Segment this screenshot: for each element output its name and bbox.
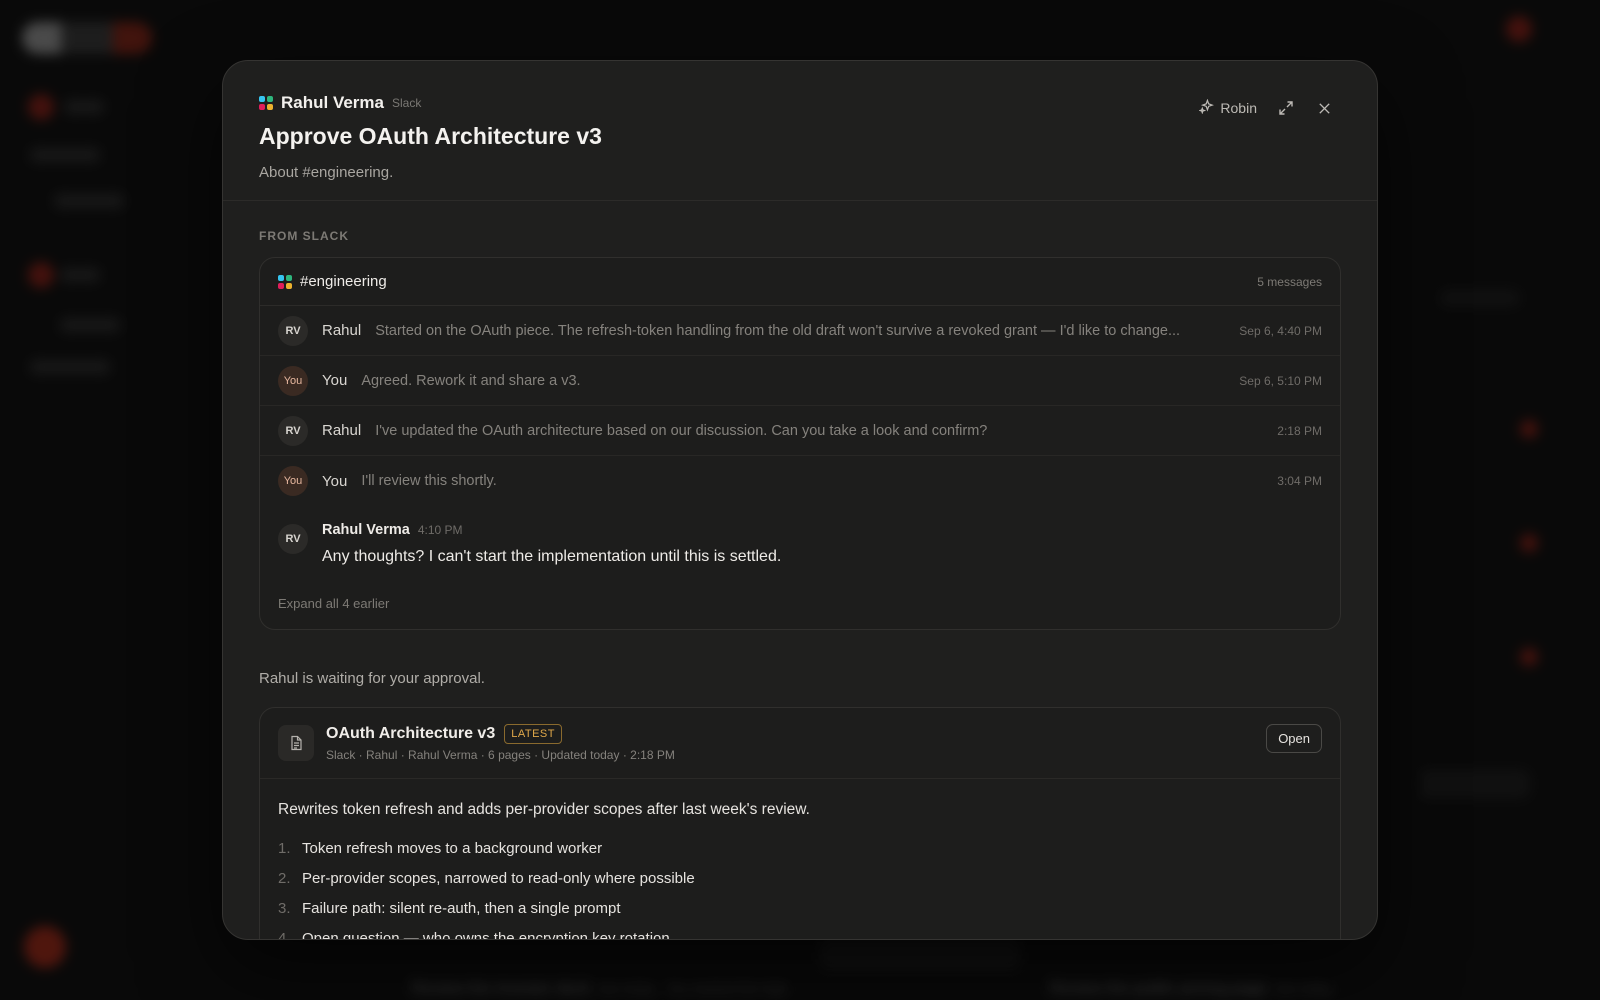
avatar: RV: [278, 315, 308, 346]
message-text: I'll review this shortly.: [361, 473, 497, 489]
document-card: OAuth Architecture v3 LATEST Slack · Rah…: [259, 707, 1341, 940]
message-author: Rahul: [322, 422, 362, 439]
document-icon: [278, 725, 314, 761]
avatar: You: [278, 466, 308, 496]
message-time: 3:04 PM: [1277, 474, 1322, 488]
message-author: Rahul Verma: [322, 522, 410, 538]
modal-body: FROM SLACK #engineering 5 messages RV Ra…: [223, 201, 1377, 940]
list-text: Open question — who owns the encryption …: [302, 929, 670, 940]
list-text: Token refresh moves to a background work…: [302, 839, 603, 857]
list-number: 2.: [278, 869, 291, 887]
thread-message[interactable]: You You Agreed. Rework it and share a v3…: [260, 356, 1340, 406]
document-title[interactable]: OAuth Architecture v3: [326, 725, 495, 743]
open-button[interactable]: Open: [1266, 724, 1322, 753]
thread-message[interactable]: You You I'll review this shortly. 3:04 P…: [260, 456, 1340, 506]
list-text: Failure path: silent re-auth, then a sin…: [302, 899, 621, 917]
expand-icon[interactable]: [1277, 99, 1295, 117]
slack-thread-card: #engineering 5 messages RV Rahul Started…: [259, 257, 1341, 630]
message-count: 5 messages: [1257, 274, 1322, 289]
thread-message[interactable]: RV Rahul Started on the OAuth piece. The…: [260, 306, 1340, 356]
avatar: You: [278, 365, 308, 396]
slack-icon: [259, 96, 273, 110]
source-row: Rahul Verma Slack: [259, 93, 1341, 113]
message-text: Started on the OAuth piece. The refresh-…: [375, 322, 1181, 339]
message-author: You: [322, 472, 348, 490]
latest-badge: LATEST: [504, 724, 562, 744]
sender-name: Rahul Verma: [281, 93, 384, 112]
modal-subtitle: About #engineering.: [259, 164, 394, 181]
modal-header: Rahul Verma Slack Approve OAuth Architec…: [223, 61, 1377, 201]
slack-icon: [278, 274, 292, 289]
robin-label: Robin: [1220, 100, 1257, 116]
thread-message[interactable]: RV Rahul I've updated the OAuth architec…: [260, 406, 1340, 456]
robin-button[interactable]: Robin: [1198, 98, 1257, 117]
list-item: 3. Failure path: silent re-auth, then a s…: [278, 893, 1322, 923]
modal-title: Approve OAuth Architecture v3: [259, 123, 602, 149]
document-header: OAuth Architecture v3 LATEST Slack · Rah…: [260, 708, 1340, 779]
message-author: Rahul: [322, 322, 362, 339]
message-time: Sep 6, 5:10 PM: [1239, 373, 1322, 388]
thread-channel[interactable]: #engineering: [278, 273, 387, 290]
list-text: Per-provider scopes, narrowed to read-on…: [302, 869, 695, 887]
avatar: RV: [278, 415, 308, 446]
list-number: 4.: [278, 929, 291, 940]
document-summary: Rewrites token refresh and adds per-prov…: [278, 801, 810, 818]
waiting-text: Rahul is waiting for your approval.: [259, 670, 485, 687]
message-text: Any thoughts? I can't start the implemen…: [322, 548, 782, 565]
section-label: FROM SLACK: [259, 229, 349, 243]
message-text: I've updated the OAuth architecture base…: [375, 422, 988, 439]
sparkle-icon: [1198, 98, 1215, 117]
list-number: 3.: [278, 899, 291, 917]
message-text: Agreed. Rework it and share a v3.: [361, 372, 581, 389]
message-author: You: [322, 372, 348, 389]
approval-modal: Rahul Verma Slack Approve OAuth Architec…: [222, 60, 1378, 940]
message-time: 4:10 PM: [417, 523, 463, 537]
close-icon[interactable]: [1315, 99, 1333, 117]
message-time: Sep 6, 4:40 PM: [1239, 323, 1322, 338]
message-time: 2:18 PM: [1277, 423, 1322, 438]
avatar: RV: [278, 524, 308, 554]
document-meta: Slack · Rahul · Rahul Verma · 6 pages · …: [326, 748, 675, 762]
latest-message: RV Rahul Verma 4:10 PM Any thoughts? I c…: [260, 506, 1340, 566]
list-item: 2. Per-provider scopes, narrowed to read-…: [278, 863, 1322, 893]
header-actions: Robin: [1198, 98, 1333, 117]
expand-earlier-link[interactable]: Expand all 4 earlier: [260, 566, 1340, 629]
thread-header: #engineering 5 messages: [260, 258, 1340, 306]
list-number: 1.: [278, 839, 291, 857]
channel-name: #engineering: [300, 273, 387, 290]
document-points: 1. Token refresh moves to a background wo…: [260, 819, 1340, 940]
list-item: 1. Token refresh moves to a background wo…: [278, 833, 1322, 863]
list-item: 4. Open question — who owns the encryptio…: [278, 923, 1322, 940]
source-tag: Slack: [392, 96, 422, 110]
